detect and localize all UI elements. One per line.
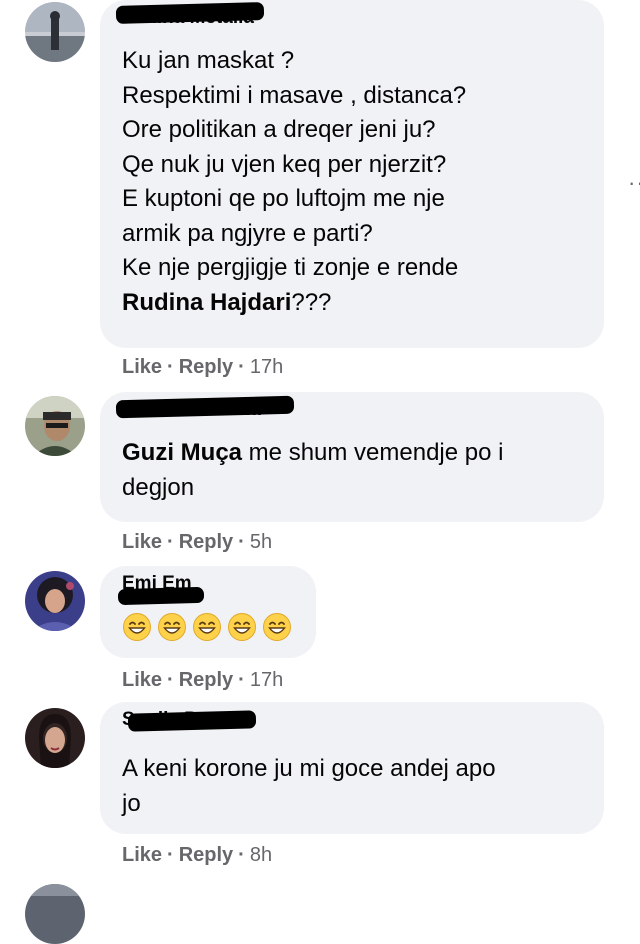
separator: · <box>238 356 245 378</box>
avatar-photo <box>25 884 85 944</box>
comment-bubble: Se tina Metalla Ku jan maskat ? Respekti… <box>100 0 604 348</box>
commenter-avatar[interactable] <box>25 884 85 944</box>
comment-text: A keni korone ju mi goce andej apo jo <box>122 752 584 821</box>
comment-text: Ku jan maskat ? Respektimi i masave , di… <box>122 44 584 320</box>
timestamp[interactable]: 5h <box>250 531 272 553</box>
comment-line: E kuptoni qe po luftojm me nje <box>122 185 445 212</box>
grinning-face-with-closed-eyes-icon <box>263 613 291 641</box>
timestamp[interactable]: 8h <box>250 844 272 866</box>
comment-line: Ku jan maskat ? <box>122 47 295 74</box>
separator: · <box>238 844 245 866</box>
like-button[interactable]: Like <box>122 531 162 553</box>
timestamp[interactable]: 17h <box>250 356 283 378</box>
commenter-avatar[interactable] <box>25 396 85 456</box>
avatar-photo <box>25 708 85 768</box>
like-button[interactable]: Like <box>122 844 162 866</box>
comment-line: degjon <box>122 473 195 501</box>
commenter-avatar[interactable] <box>25 571 85 631</box>
redaction-bar <box>115 395 295 419</box>
comment-actions: Like · Reply · 5h <box>122 531 272 554</box>
comment-line: Ke nje pergjigje ti zonje e rende <box>122 254 459 281</box>
separator: · <box>167 669 174 691</box>
grinning-face-with-closed-eyes-icon <box>228 613 256 641</box>
comment-line: jo <box>122 789 141 817</box>
avatar-photo <box>25 2 85 62</box>
comment-line: A keni korone ju mi goce andej apo <box>122 755 496 782</box>
reply-button[interactable]: Reply <box>179 531 233 553</box>
comment-actions: Like · Reply · 17h <box>122 669 283 692</box>
timestamp[interactable]: 17h <box>250 669 283 691</box>
comment-line: Qe nuk ju vjen keq per njerzit? <box>122 150 447 178</box>
separator: · <box>238 669 245 691</box>
grinning-face-with-closed-eyes-icon <box>193 613 221 641</box>
mention-suffix: ??? <box>291 288 332 316</box>
comment-bubble: Dr Visi Dervishi Guzi Muça me shum vemen… <box>100 392 604 522</box>
comment-actions: Like · Reply · 17h <box>122 356 283 379</box>
grinning-face-with-closed-eyes-icon <box>123 613 151 641</box>
avatar-photo <box>25 571 85 631</box>
like-button[interactable]: Like <box>122 356 162 378</box>
comment-bubble: Sonila Pema A keni korone ju mi goce and… <box>100 702 604 834</box>
reply-button[interactable]: Reply <box>179 669 233 691</box>
avatar-photo <box>25 396 85 456</box>
like-button[interactable]: Like <box>122 669 162 691</box>
reply-button[interactable]: Reply <box>179 356 233 378</box>
comment-line: Guzi Muça me shum vemendje po i <box>122 436 584 471</box>
grinning-face-with-closed-eyes-icon <box>158 613 186 641</box>
commenter-avatar[interactable] <box>25 2 85 62</box>
mention-link[interactable]: Rudina Hajdari <box>122 289 291 316</box>
comment-bubble: Emi Em <box>100 566 316 658</box>
separator: · <box>167 844 174 866</box>
comment-line: armik pa ngjyre e parti? <box>122 219 373 247</box>
commenter-avatar[interactable] <box>25 708 85 768</box>
comment-line: Respektimi i masave , distanca? <box>122 81 467 109</box>
separator: · <box>238 531 245 553</box>
reply-button[interactable]: Reply <box>179 844 233 866</box>
comment-actions: Like · Reply · 8h <box>122 844 272 867</box>
separator: · <box>167 531 174 553</box>
redaction-bar <box>127 710 257 732</box>
emoji-row <box>122 612 297 644</box>
more-options-icon[interactable]: ··· <box>628 170 640 196</box>
mention-link[interactable]: Guzi Muça <box>122 439 242 466</box>
redaction-bar <box>117 586 205 606</box>
comment-line: Ore politikan a dreqer jeni ju? <box>122 116 436 143</box>
separator: · <box>167 356 174 378</box>
redaction-bar <box>115 2 265 24</box>
comment-text: Guzi Muça me shum vemendje po i degjon <box>122 436 584 505</box>
comment-line: Rudina Hajdari??? <box>122 286 584 321</box>
comment-line-text: me shum vemendje po i <box>242 439 504 466</box>
